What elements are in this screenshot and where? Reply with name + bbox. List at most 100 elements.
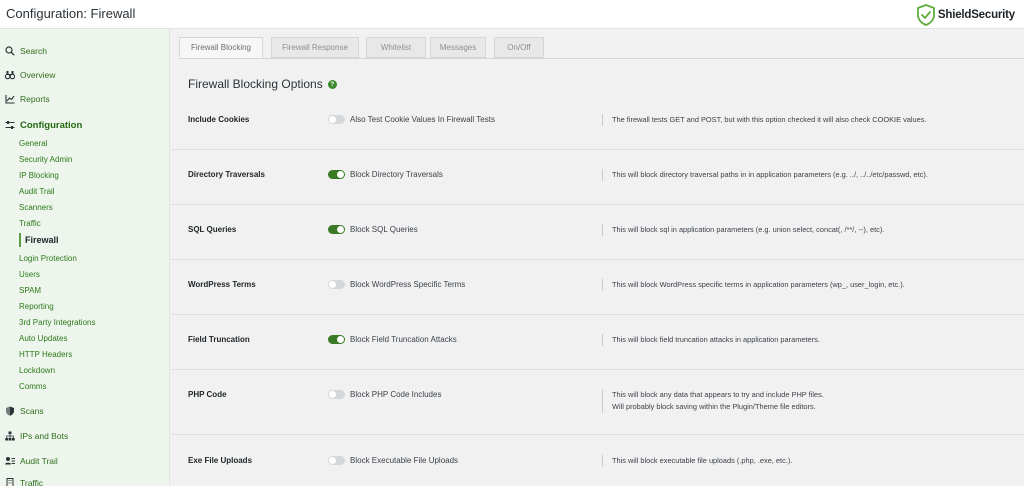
tab-label: Firewall Response [282, 43, 348, 52]
option-label: Directory Traversals [188, 170, 265, 179]
toggle-knob [329, 281, 336, 288]
sidebar-item-label: General [19, 138, 48, 148]
sidebar-item-configuration[interactable]: Configuration [0, 118, 170, 132]
sidebar-nav: Search Overview Reports Configuration Ge… [0, 29, 170, 486]
row-separator [171, 369, 1024, 370]
description-line: This will block field truncation attacks… [612, 335, 820, 344]
sidebar-item-3rd-party-integrations[interactable]: 3rd Party Integrations [0, 316, 170, 328]
option-control[interactable]: Also Test Cookie Values In Firewall Test… [328, 115, 495, 124]
sidebar-item-scans[interactable]: Scans [0, 404, 170, 418]
sidebar-item-security-admin[interactable]: Security Admin [0, 153, 170, 165]
tab-firewall-response[interactable]: Firewall Response [271, 37, 359, 58]
shield-logo-icon [917, 3, 935, 26]
option-control[interactable]: Block PHP Code Includes [328, 390, 441, 399]
option-label: WordPress Terms [188, 280, 256, 289]
sidebar-item-ips-and-bots[interactable]: IPs and Bots [0, 429, 170, 443]
sidebar-item-label: Traffic [20, 478, 44, 486]
toggle-switch[interactable] [328, 170, 345, 179]
toggle-switch[interactable] [328, 280, 345, 289]
option-description: This will block field truncation attacks… [602, 334, 820, 346]
sliders-icon [5, 120, 15, 130]
brand-logo[interactable]: ShieldSecurity [916, 2, 1015, 27]
option-label: PHP Code [188, 390, 227, 399]
tab-on-off[interactable]: On/Off [494, 37, 544, 58]
sidebar-item-ip-blocking[interactable]: IP Blocking [0, 169, 170, 181]
sidebar-item-label: Auto Updates [19, 333, 68, 343]
option-description: This will block executable file uploads … [602, 455, 792, 467]
sidebar-item-spam[interactable]: SPAM [0, 284, 170, 296]
toggle-knob [329, 457, 336, 464]
toggle-switch[interactable] [328, 456, 345, 465]
option-control[interactable]: Block SQL Queries [328, 225, 418, 234]
option-control[interactable]: Block Field Truncation Attacks [328, 335, 457, 344]
sidebar-item-login-protection[interactable]: Login Protection [0, 252, 170, 264]
description-line: This will block any data that appears to… [612, 390, 824, 399]
tab-divider [179, 58, 1024, 59]
toggle-knob [337, 171, 344, 178]
row-separator [171, 204, 1024, 205]
sidebar-item-label: Audit Trail [20, 456, 58, 466]
search-icon [5, 46, 15, 56]
option-control[interactable]: Block Directory Traversals [328, 170, 443, 179]
sidebar-item-auto-updates[interactable]: Auto Updates [0, 332, 170, 344]
top-header: Configuration: Firewall ShieldSecurity [0, 0, 1024, 29]
toggle-switch[interactable] [328, 390, 345, 399]
sidebar-item-label: HTTP Headers [19, 349, 73, 359]
sidebar-item-label: Security Admin [19, 154, 73, 164]
option-control[interactable]: Block WordPress Specific Terms [328, 280, 465, 289]
toggle-switch[interactable] [328, 115, 345, 124]
description-line: The firewall tests GET and POST, but wit… [612, 115, 927, 124]
sidebar-item-label: Audit Trail [19, 186, 55, 196]
description-line: This will block sql in application param… [612, 225, 885, 234]
sidebar-item-overview[interactable]: Overview [0, 68, 170, 82]
option-description: This will block directory traversal path… [602, 169, 928, 181]
tab-messages[interactable]: Messages [430, 37, 486, 58]
description-line: This will block WordPress specific terms… [612, 280, 905, 289]
option-description: This will block sql in application param… [602, 224, 884, 236]
tab-firewall-blocking[interactable]: Firewall Blocking [179, 37, 263, 58]
sidebar-item-label: 3rd Party Integrations [19, 317, 96, 327]
sidebar-item-users[interactable]: Users [0, 268, 170, 280]
toggle-label: Block SQL Queries [350, 225, 418, 234]
sidebar-item-comms[interactable]: Comms [0, 380, 170, 392]
toggle-label: Block PHP Code Includes [350, 390, 442, 399]
tab-label: On/Off [507, 43, 531, 52]
tab-label: Whitelist [380, 43, 412, 52]
sidebar-item-reporting[interactable]: Reporting [0, 300, 170, 312]
sidebar-item-traffic[interactable]: Traffic [0, 217, 170, 229]
sidebar-item-search[interactable]: Search [0, 44, 170, 58]
toggle-knob [337, 336, 344, 343]
sidebar-item-firewall[interactable]: Firewall [0, 233, 170, 247]
sidebar-item-audit-trail-main[interactable]: Audit Trail [0, 454, 170, 468]
toggle-switch[interactable] [328, 335, 345, 344]
sidebar-item-label: Reporting [19, 301, 54, 311]
section-title: Firewall Blocking Options ? [188, 77, 337, 91]
tab-label: Messages [439, 43, 477, 52]
sidebar-item-label: SPAM [19, 285, 42, 295]
help-icon[interactable]: ? [327, 79, 337, 89]
toggle-knob [337, 226, 344, 233]
section-title-text: Firewall Blocking Options [188, 77, 323, 91]
toggle-knob [329, 391, 336, 398]
sidebar-item-label: Firewall [25, 235, 59, 245]
option-description: This will block WordPress specific terms… [602, 279, 905, 291]
sidebar-item-audit-trail[interactable]: Audit Trail [0, 185, 170, 197]
sidebar-item-traffic-main[interactable]: Traffic [0, 476, 170, 486]
sidebar-item-label: Overview [20, 70, 56, 80]
toggle-label: Block Executable File Uploads [350, 456, 459, 465]
toggle-label: Block Field Truncation Attacks [350, 335, 457, 344]
row-separator [171, 259, 1024, 260]
row-separator [171, 434, 1024, 435]
sidebar-item-lockdown[interactable]: Lockdown [0, 364, 170, 376]
toggle-switch[interactable] [328, 225, 345, 234]
sidebar-item-scanners[interactable]: Scanners [0, 201, 170, 213]
sidebar-item-http-headers[interactable]: HTTP Headers [0, 348, 170, 360]
toggle-label: Block Directory Traversals [350, 170, 443, 179]
option-control[interactable]: Block Executable File Uploads [328, 456, 458, 465]
sidebar-item-label: Login Protection [19, 253, 77, 263]
sidebar-item-general[interactable]: General [0, 137, 170, 149]
toggle-knob [329, 116, 336, 123]
user-list-icon [5, 456, 15, 466]
sidebar-item-reports[interactable]: Reports [0, 92, 170, 106]
tab-whitelist[interactable]: Whitelist [366, 37, 426, 58]
